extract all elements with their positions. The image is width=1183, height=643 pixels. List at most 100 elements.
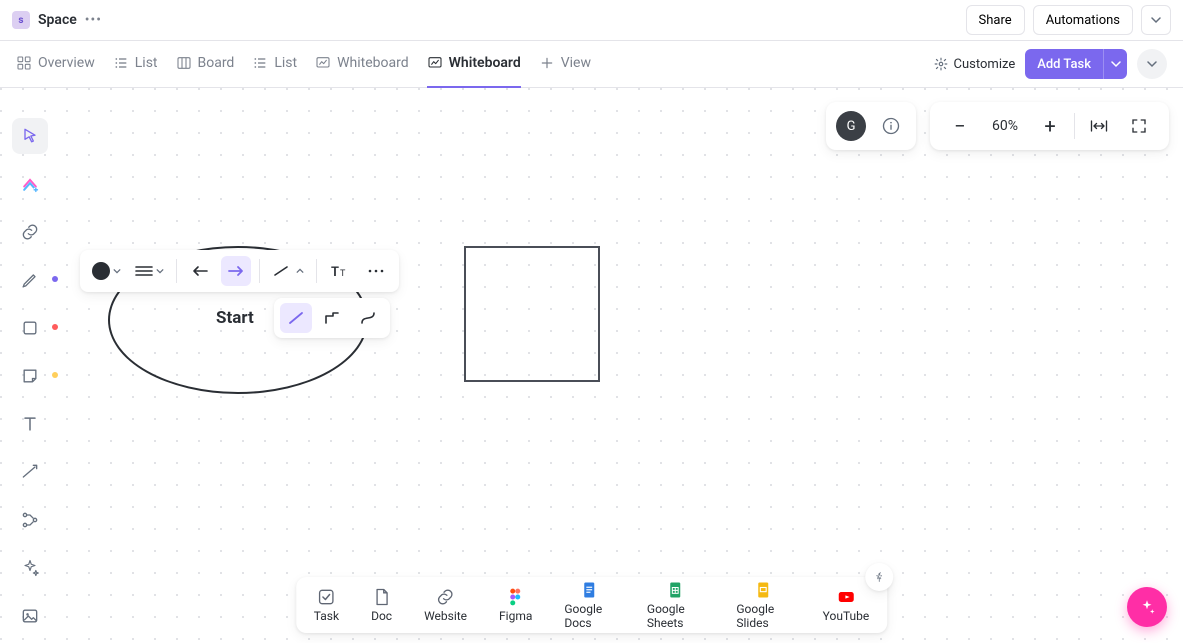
automations-caret-button[interactable]	[1141, 5, 1171, 35]
stroke-style-button[interactable]	[131, 256, 168, 286]
insert-google-docs[interactable]: Google Docs	[564, 580, 615, 630]
add-task-caret-button[interactable]	[1103, 49, 1127, 79]
tab-overview-0[interactable]: Overview	[16, 41, 95, 88]
tool-shape[interactable]	[12, 310, 48, 346]
separator	[176, 259, 177, 283]
connector-elbow-button[interactable]	[316, 303, 348, 333]
shape-icon	[20, 318, 40, 338]
ai-icon	[20, 558, 40, 578]
insert-figma[interactable]: Figma	[499, 587, 532, 623]
arrow-start-button[interactable]	[185, 256, 215, 286]
color-swatch-icon	[92, 262, 110, 280]
tool-text[interactable]	[12, 406, 48, 442]
insert-google-slides[interactable]: Google Slides	[736, 580, 790, 630]
info-button[interactable]	[876, 111, 906, 141]
customize-button[interactable]: Customize	[934, 57, 1016, 72]
tool-diagram[interactable]	[12, 502, 48, 538]
add-task-button[interactable]: Add Task	[1025, 49, 1103, 79]
insert-label: YouTube	[823, 609, 870, 623]
tab-whiteboard-5[interactable]: Whiteboard	[427, 41, 521, 88]
insert-website[interactable]: Website	[424, 587, 467, 623]
whiteboard-icon	[315, 55, 331, 71]
insert-bar: Task Doc Website Figma Google Docs Google She…	[296, 577, 888, 633]
insert-label: Google Docs	[564, 602, 615, 630]
insert-google-sheets[interactable]: Google Sheets	[647, 580, 704, 630]
clickup-item-icon	[20, 174, 40, 194]
list-icon	[113, 55, 129, 71]
list-icon	[252, 55, 268, 71]
chevron-down-icon	[1151, 15, 1161, 25]
text-size-icon: TT	[331, 263, 349, 279]
youtube-icon	[836, 587, 856, 607]
google-sheets-icon	[666, 580, 686, 600]
indicator-dot-icon	[52, 372, 58, 378]
sparkle-icon	[1138, 598, 1156, 616]
tool-ai[interactable]	[12, 550, 48, 586]
space-icon[interactable]: s	[12, 11, 30, 29]
pen-icon	[20, 270, 40, 290]
insert-label: Doc	[371, 609, 392, 623]
insert-youtube[interactable]: YouTube	[823, 587, 870, 623]
tool-image[interactable]	[12, 598, 48, 634]
connector-icon	[20, 462, 40, 482]
add-task-group: Add Task	[1025, 49, 1127, 79]
tool-clickup-item[interactable]	[12, 166, 48, 202]
google-docs-icon	[580, 580, 600, 600]
tool-sticky[interactable]	[12, 358, 48, 394]
tab-board-2[interactable]: Board	[176, 41, 235, 88]
zoom-value[interactable]: 60%	[980, 118, 1030, 134]
fit-width-button[interactable]	[1079, 102, 1119, 150]
plus-icon	[539, 55, 555, 71]
fill-color-button[interactable]	[88, 256, 125, 286]
customize-label: Customize	[954, 57, 1016, 72]
toolbar-more-button[interactable]	[361, 256, 391, 286]
info-icon	[881, 116, 901, 136]
tab-list-1[interactable]: List	[113, 41, 158, 88]
curve-line-icon	[359, 310, 377, 326]
chevron-down-icon	[113, 267, 121, 275]
doc-icon	[372, 587, 392, 607]
pin-button[interactable]	[865, 563, 893, 591]
zoom-out-button[interactable]: −	[940, 102, 980, 150]
automations-label: Automations	[1046, 13, 1120, 28]
insert-label: Google Sheets	[647, 602, 704, 630]
tab-whiteboard-4[interactable]: Whiteboard	[315, 41, 409, 88]
connector-curved-button[interactable]	[352, 303, 384, 333]
tab-list-3[interactable]: List	[252, 41, 297, 88]
presence-pill: G	[826, 102, 916, 150]
zoom-in-button[interactable]: +	[1030, 102, 1070, 150]
ai-fab-button[interactable]	[1127, 587, 1167, 627]
zoom-pill: − 60% +	[930, 102, 1169, 150]
fullscreen-button[interactable]	[1119, 102, 1159, 150]
select-icon	[20, 126, 40, 146]
tool-connector[interactable]	[12, 454, 48, 490]
tool-pen[interactable]	[12, 262, 48, 298]
tool-select[interactable]	[12, 118, 48, 154]
elbow-line-icon	[323, 310, 341, 326]
overview-icon	[16, 55, 32, 71]
insert-label: Google Slides	[736, 602, 790, 630]
space-more-icon[interactable]: •••	[85, 12, 102, 28]
website-icon	[436, 587, 456, 607]
insert-label: Figma	[499, 609, 532, 623]
insert-task[interactable]: Task	[314, 587, 339, 623]
tab-view-6[interactable]: View	[539, 41, 591, 88]
text-style-button[interactable]: TT	[325, 256, 355, 286]
insert-doc[interactable]: Doc	[371, 587, 392, 623]
tab-label: Board	[198, 55, 235, 71]
space-title: Space	[38, 12, 77, 28]
views-more-button[interactable]	[1137, 49, 1167, 79]
fullscreen-icon	[1130, 117, 1148, 135]
pin-icon	[873, 571, 885, 583]
chevron-up-icon	[296, 267, 304, 275]
canvas-rectangle[interactable]	[464, 246, 600, 382]
tool-link[interactable]	[12, 214, 48, 250]
line-type-button[interactable]	[268, 256, 308, 286]
arrow-end-button[interactable]	[221, 256, 251, 286]
chevron-down-icon	[156, 267, 164, 275]
diagonal-line-icon	[287, 310, 305, 326]
automations-button[interactable]: Automations	[1033, 5, 1133, 35]
avatar[interactable]: G	[836, 111, 866, 141]
connector-straight-button[interactable]	[280, 303, 312, 333]
share-button[interactable]: Share	[966, 5, 1025, 35]
